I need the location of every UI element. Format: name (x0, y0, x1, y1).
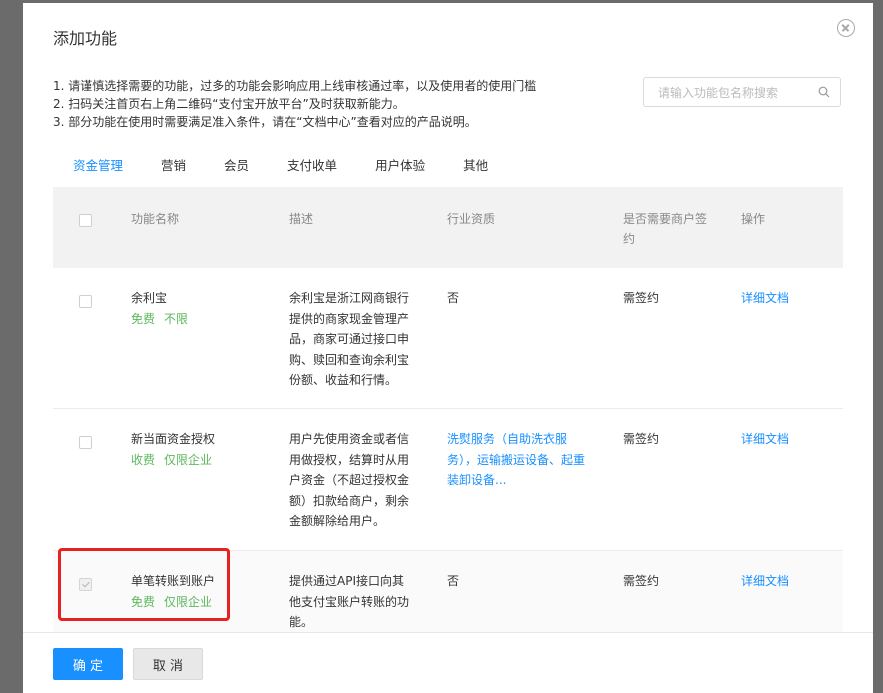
header-sign-line: 约 (623, 232, 636, 246)
desc-line: 品，商家可通过接口申 (289, 332, 410, 346)
tab-membership[interactable]: 会员 (224, 155, 249, 174)
function-tags: 免费 不限 (131, 309, 197, 330)
table-row: 余利宝 免费 不限 余利宝是浙江网商银行 提供的商家现金管理产 品，商家可通过接口… (53, 268, 843, 409)
function-desc: 提供通过API接口向其 他支付宝账户转账的功 能。 (289, 571, 419, 633)
desc-line: 提供的商家现金管理产 (289, 311, 410, 326)
cancel-button[interactable]: 取 消 (133, 648, 203, 680)
tab-user-experience[interactable]: 用户体验 (375, 155, 425, 174)
desc-line: 提供通过API接口向其 (289, 574, 404, 588)
desc-line: 额）扣款给商户，剩余 (289, 493, 410, 508)
qual-line: 务），运输搬运设备、起重 (447, 452, 586, 467)
select-all-checkbox[interactable] (79, 214, 92, 227)
header-sign: 是否需要商户签 约 (623, 209, 723, 249)
desc-line: 购、赎回和查询余利宝 (289, 352, 410, 367)
row-checkbox[interactable] (79, 295, 92, 308)
qualification: 否 (447, 291, 460, 305)
category-tabs: 资金管理 营销 会员 支付收单 用户体验 其他 (73, 155, 526, 174)
qualification: 否 (447, 574, 460, 588)
header-action: 操作 (741, 212, 766, 226)
dialog-footer: 确 定 取 消 (23, 632, 873, 693)
desc-line: 用做授权，结算时从用 (289, 452, 410, 467)
sign-required: 需签约 (623, 432, 660, 446)
detail-doc-link[interactable]: 详细文档 (741, 288, 789, 309)
fee-tag: 免费 (131, 312, 156, 326)
desc-line: 用户先使用资金或者信 (289, 432, 410, 446)
tab-marketing[interactable]: 营销 (161, 155, 186, 174)
desc-line: 户资金（不超过授权金 (289, 473, 410, 487)
instructions: 1. 请谨慎选择需要的功能，过多的功能会影响应用上线审核通过率，以及使用者的使用… (53, 77, 536, 131)
tab-payment[interactable]: 支付收单 (287, 155, 337, 174)
header-qualification: 行业资质 (447, 212, 496, 226)
tab-other[interactable]: 其他 (463, 155, 488, 174)
row-checkbox[interactable] (79, 436, 92, 449)
header-sign-line: 是否需要商户签 (623, 212, 708, 226)
table-row: 新当面资金授权 收费 仅限企业 用户先使用资金或者信 用做授权，结算时从用 户资金… (53, 409, 843, 551)
sign-required: 需签约 (623, 574, 660, 588)
function-tags: 收费 仅限企业 (131, 450, 221, 471)
qualification-link[interactable]: 洗熨服务（自助洗衣服 务），运输搬运设备、起重 装卸设备... (447, 429, 607, 491)
desc-line: 金额解除给用户。 (289, 514, 386, 528)
note-line: 2. 扫码关注首页右上角二维码“支付宝开放平台”及时获取新能力。 (53, 97, 405, 111)
qual-line: 洗熨服务（自助洗衣服 (447, 432, 568, 446)
note-line: 3. 部分功能在使用时需要满足准入条件，请在“文档中心”查看对应的产品说明。 (53, 115, 477, 129)
detail-doc-link[interactable]: 详细文档 (741, 429, 789, 450)
function-name: 新当面资金授权 (131, 432, 216, 446)
close-icon[interactable] (837, 19, 855, 37)
function-desc: 余利宝是浙江网商银行 提供的商家现金管理产 品，商家可通过接口申 购、赎回和查询… (289, 288, 419, 391)
detail-doc-link[interactable]: 详细文档 (741, 571, 789, 592)
header-desc: 描述 (289, 212, 314, 226)
function-desc: 用户先使用资金或者信 用做授权，结算时从用 户资金（不超过授权金 额）扣款给商户… (289, 429, 419, 532)
header-name: 功能名称 (131, 212, 180, 226)
search-box (643, 77, 841, 108)
search-icon[interactable] (818, 86, 830, 98)
sign-required: 需签约 (623, 291, 660, 305)
desc-line: 能。 (289, 615, 314, 629)
scope-tag: 不限 (164, 312, 189, 326)
confirm-button[interactable]: 确 定 (53, 648, 123, 680)
fee-tag: 收费 (131, 453, 156, 467)
scope-tag: 仅限企业 (164, 453, 213, 467)
desc-line: 份额、收益和行情。 (289, 373, 398, 387)
function-name: 余利宝 (131, 291, 168, 305)
tab-fund-management[interactable]: 资金管理 (73, 155, 123, 174)
desc-line: 他支付宝账户转账的功 (289, 594, 410, 609)
qual-line: 装卸设备... (447, 473, 507, 487)
table-header: 功能名称 描述 行业资质 是否需要商户签 约 操作 (53, 187, 843, 268)
dialog-title: 添加功能 (53, 29, 118, 48)
desc-line: 余利宝是浙江网商银行 (289, 291, 410, 305)
note-line: 1. 请谨慎选择需要的功能，过多的功能会影响应用上线审核通过率，以及使用者的使用… (53, 79, 537, 93)
highlight-box (58, 548, 230, 621)
search-input[interactable] (656, 78, 810, 108)
